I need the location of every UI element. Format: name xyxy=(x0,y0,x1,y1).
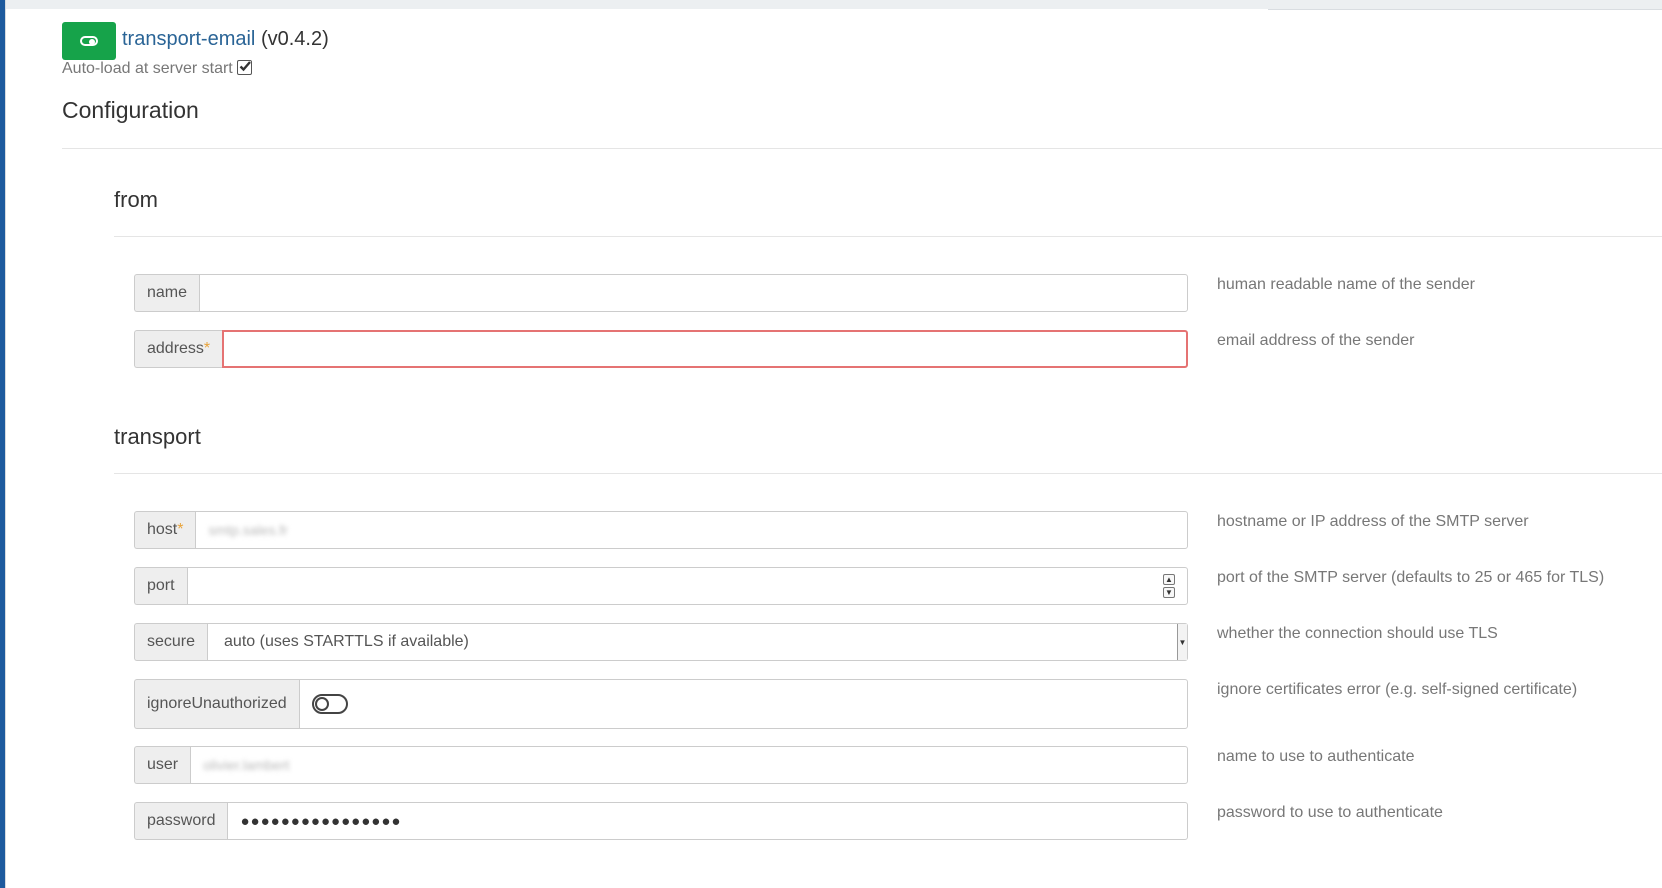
ignore-unauthorized-toggle[interactable] xyxy=(311,694,348,714)
plugin-name-link[interactable]: transport-email xyxy=(122,28,255,50)
password-input[interactable]: ●●●●●●●●●●●●●●●● xyxy=(227,802,1188,840)
ignore-unauthorized-help: ignore certificates error (e.g. self-sig… xyxy=(1217,681,1578,698)
address-input[interactable] xyxy=(222,330,1188,368)
from-name-field: name xyxy=(134,274,1188,312)
top-strip-accent xyxy=(1268,9,1662,10)
section-title-transport: transport xyxy=(114,424,201,449)
password-value: ●●●●●●●●●●●●●●●● xyxy=(240,812,402,830)
host-help: hostname or IP address of the SMTP serve… xyxy=(1217,513,1529,530)
password-help: password to use to authenticate xyxy=(1217,804,1443,821)
transport-secure-field: secure auto (uses STARTTLS if available)… xyxy=(134,623,1188,661)
toggle-on-icon xyxy=(80,36,98,46)
password-label: password xyxy=(134,802,228,840)
top-strip xyxy=(6,0,1662,9)
section-title-from: from xyxy=(114,187,158,212)
secure-selected-value: auto (uses STARTTLS if available) xyxy=(224,633,469,650)
host-value: smtp.sales.fr xyxy=(208,522,288,538)
transport-host-field: host * smtp.sales.fr xyxy=(134,511,1188,549)
divider xyxy=(62,148,1662,149)
plugin-title: transport-email (v0.4.2) xyxy=(122,28,329,51)
sidebar-border xyxy=(5,0,6,888)
secure-select[interactable]: auto (uses STARTTLS if available) ▼ xyxy=(207,623,1188,661)
transport-port-field: port ▲ ▼ xyxy=(134,567,1188,605)
divider xyxy=(114,236,1662,237)
plugin-enable-toggle-button[interactable] xyxy=(62,22,116,60)
ignore-unauthorized-container xyxy=(298,679,1188,729)
host-input[interactable]: smtp.sales.fr xyxy=(195,511,1188,549)
transport-user-field: user olivier.lambert xyxy=(134,746,1188,784)
port-help: port of the SMTP server (defaults to 25 … xyxy=(1217,569,1605,586)
user-label: user xyxy=(134,746,191,784)
user-help: name to use to authenticate xyxy=(1217,748,1415,765)
user-value: olivier.lambert xyxy=(203,757,290,773)
name-label: name xyxy=(134,274,200,312)
from-address-field: address * xyxy=(134,330,1188,368)
autoload-checkbox[interactable] xyxy=(236,59,252,75)
address-help: email address of the sender xyxy=(1217,332,1415,349)
chevron-up-icon[interactable]: ▲ xyxy=(1163,574,1175,585)
address-label: address * xyxy=(134,330,223,368)
name-input[interactable] xyxy=(199,274,1188,312)
configuration-heading: Configuration xyxy=(62,97,199,123)
transport-password-field: password ●●●●●●●●●●●●●●●● xyxy=(134,802,1188,840)
secure-label: secure xyxy=(134,623,208,661)
ignore-unauthorized-label: ignoreUnauthorized xyxy=(134,679,299,729)
secure-help: whether the connection should use TLS xyxy=(1217,625,1498,642)
port-stepper[interactable]: ▲ ▼ xyxy=(1163,574,1175,598)
user-input[interactable]: olivier.lambert xyxy=(190,746,1188,784)
chevron-down-icon[interactable]: ▼ xyxy=(1163,587,1175,598)
plugin-version: (v0.4.2) xyxy=(260,28,329,50)
caret-down-icon[interactable]: ▼ xyxy=(1177,624,1187,660)
autoload-row: Auto-load at server start xyxy=(62,59,252,78)
host-label: host * xyxy=(134,511,196,549)
check-icon xyxy=(239,60,251,71)
autoload-label: Auto-load at server start xyxy=(62,60,233,77)
name-help: human readable name of the sender xyxy=(1217,276,1475,293)
divider xyxy=(114,473,1662,474)
port-input[interactable]: ▲ ▼ xyxy=(186,567,1188,605)
port-label: port xyxy=(134,567,187,605)
transport-ignore-unauthorized-field: ignoreUnauthorized xyxy=(134,679,1188,729)
